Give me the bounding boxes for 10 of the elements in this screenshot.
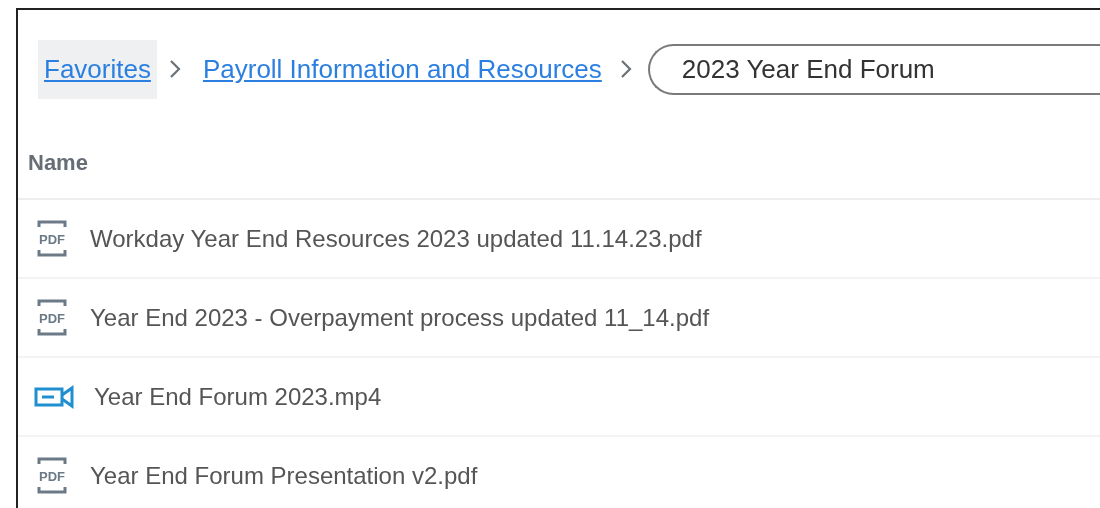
- breadcrumb-link[interactable]: Payroll Information and Resources: [196, 39, 608, 99]
- chevron-right-icon: [168, 59, 181, 79]
- column-header[interactable]: Name: [28, 150, 88, 176]
- file-name-link[interactable]: Workday Year End Resources 2023 updated 11.14.23.pdf: [90, 224, 702, 253]
- current-folder-pill: 2023 Year End Forum: [647, 43, 1100, 95]
- file-name-link[interactable]: Year End 2023 - Overpayment process updated 11_14.pdf: [90, 303, 710, 332]
- chevron-right-icon: [619, 59, 632, 79]
- file-name-link[interactable]: Year End Forum Presentation v2.pdf: [90, 461, 478, 490]
- file-name-link[interactable]: Year End Forum 2023.mp4: [94, 382, 382, 411]
- breadcrumb-link[interactable]: Favorites: [38, 39, 157, 99]
